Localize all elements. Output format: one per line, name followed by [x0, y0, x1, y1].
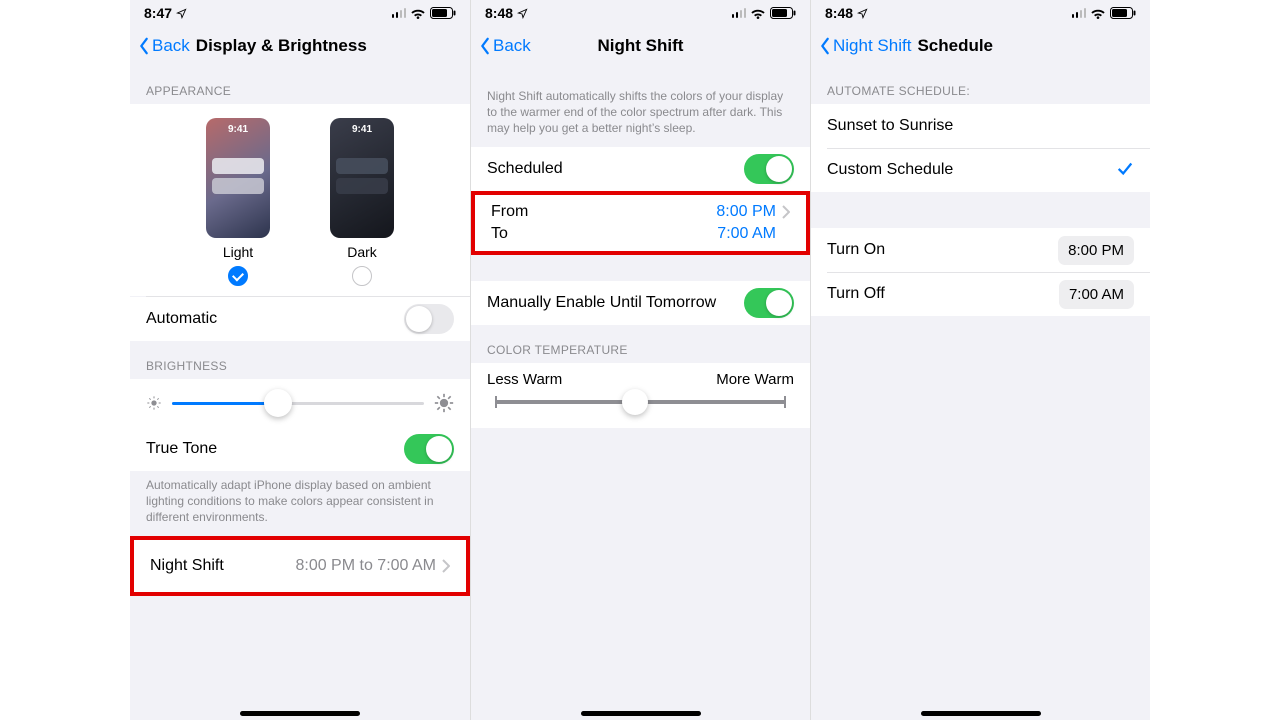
light-preview: 9:41 — [206, 118, 270, 238]
night-shift-label: Night Shift — [150, 557, 224, 575]
night-shift-highlight: Night Shift 8:00 PM to 7:00 AM — [130, 536, 470, 596]
cellular-icon — [732, 8, 747, 18]
turn-off-label: Turn Off — [827, 285, 885, 303]
night-shift-intro: Night Shift automatically shifts the col… — [471, 66, 810, 147]
sun-min-icon — [146, 395, 162, 411]
right-margin — [1150, 0, 1280, 720]
brightness-slider[interactable] — [172, 402, 424, 405]
status-time: 8:47 — [144, 5, 172, 21]
color-temp-header: COLOR TEMPERATURE — [471, 325, 810, 363]
automatic-row: Automatic — [130, 297, 470, 341]
location-icon — [517, 8, 528, 19]
from-label: From — [491, 203, 528, 221]
screen-schedule: 8:48 Night Shift Schedule AUTOMATE SCHED… — [810, 0, 1150, 720]
light-label: Light — [223, 244, 253, 260]
brightness-slider-row — [130, 379, 470, 427]
to-value: 7:00 AM — [717, 225, 776, 243]
to-label: To — [491, 225, 508, 243]
color-temp-slider-row — [471, 396, 810, 428]
manual-enable-switch[interactable] — [744, 288, 794, 318]
custom-schedule-row[interactable]: Custom Schedule — [811, 148, 1150, 192]
nav-bar: Night Shift Schedule — [811, 26, 1150, 66]
turn-on-label: Turn On — [827, 241, 885, 259]
brightness-header: BRIGHTNESS — [130, 341, 470, 379]
chevron-right-icon — [782, 205, 790, 219]
status-bar: 8:47 — [130, 0, 470, 26]
back-label: Back — [493, 36, 531, 56]
sunset-label: Sunset to Sunrise — [827, 117, 953, 135]
night-shift-row[interactable]: Night Shift 8:00 PM to 7:00 AM — [134, 540, 466, 592]
back-button[interactable]: Night Shift — [819, 36, 911, 56]
true-tone-note: Automatically adapt iPhone display based… — [130, 471, 470, 536]
cellular-icon — [1072, 8, 1087, 18]
page-title: Schedule — [917, 36, 993, 56]
page-title: Display & Brightness — [196, 36, 367, 56]
custom-label: Custom Schedule — [827, 161, 953, 179]
home-indicator[interactable] — [240, 711, 360, 716]
from-value: 8:00 PM — [716, 203, 776, 221]
true-tone-label: True Tone — [146, 440, 217, 458]
back-label: Back — [152, 36, 190, 56]
back-label: Night Shift — [833, 36, 911, 56]
sunset-sunrise-row[interactable]: Sunset to Sunrise — [811, 104, 1150, 148]
manual-enable-label: Manually Enable Until Tomorrow — [487, 294, 716, 312]
status-time: 8:48 — [825, 5, 853, 21]
appearance-header: APPEARANCE — [130, 66, 470, 104]
wifi-icon — [750, 7, 766, 19]
automatic-label: Automatic — [146, 310, 217, 328]
automatic-switch[interactable] — [404, 304, 454, 334]
appearance-dark[interactable]: 9:41 Dark — [330, 118, 394, 286]
status-bar: 8:48 — [471, 0, 810, 26]
true-tone-switch[interactable] — [404, 434, 454, 464]
battery-icon — [770, 7, 796, 19]
night-shift-detail: 8:00 PM to 7:00 AM — [295, 557, 436, 575]
dark-label: Dark — [347, 244, 377, 260]
turn-off-row[interactable]: Turn Off 7:00 AM — [811, 272, 1150, 316]
home-indicator[interactable] — [921, 711, 1041, 716]
sun-max-icon — [434, 393, 454, 413]
scheduled-switch[interactable] — [744, 154, 794, 184]
screen-display-brightness: 8:47 Back Display & Brightness APPEARANC… — [130, 0, 470, 720]
less-warm-label: Less Warm — [487, 371, 562, 388]
check-icon — [1116, 159, 1134, 182]
status-time: 8:48 — [485, 5, 513, 21]
status-bar: 8:48 — [811, 0, 1150, 26]
brightness-thumb[interactable] — [264, 389, 292, 417]
battery-icon — [1110, 7, 1136, 19]
appearance-light[interactable]: 9:41 Light — [206, 118, 270, 286]
automate-header: AUTOMATE SCHEDULE: — [811, 66, 1150, 104]
home-indicator[interactable] — [581, 711, 701, 716]
true-tone-row: True Tone — [130, 427, 470, 471]
light-radio[interactable] — [228, 266, 248, 286]
manual-enable-row: Manually Enable Until Tomorrow — [471, 281, 810, 325]
left-margin — [0, 0, 130, 720]
battery-icon — [430, 7, 456, 19]
wifi-icon — [410, 7, 426, 19]
nav-bar: Back Night Shift — [471, 26, 810, 66]
appearance-previews: 9:41 Light 9:41 Dark — [130, 104, 470, 296]
chevron-right-icon — [442, 559, 450, 573]
from-to-highlight: From 8:00 PM To 7:00 AM — [471, 191, 810, 255]
turn-on-row[interactable]: Turn On 8:00 PM — [811, 228, 1150, 272]
dark-preview: 9:41 — [330, 118, 394, 238]
nav-bar: Back Display & Brightness — [130, 26, 470, 66]
location-icon — [176, 8, 187, 19]
location-icon — [857, 8, 868, 19]
color-temp-thumb[interactable] — [622, 389, 648, 415]
screen-night-shift: 8:48 Back Night Shift Night Shift automa… — [470, 0, 810, 720]
back-button[interactable]: Back — [138, 36, 190, 56]
turn-on-value[interactable]: 8:00 PM — [1058, 236, 1134, 265]
color-temp-slider[interactable] — [495, 400, 786, 404]
wifi-icon — [1090, 7, 1106, 19]
turn-off-value[interactable]: 7:00 AM — [1059, 280, 1134, 309]
dark-radio[interactable] — [352, 266, 372, 286]
from-to-row[interactable]: From 8:00 PM To 7:00 AM — [475, 195, 806, 251]
more-warm-label: More Warm — [716, 371, 794, 388]
cellular-icon — [392, 8, 407, 18]
back-button[interactable]: Back — [479, 36, 531, 56]
scheduled-row: Scheduled — [471, 147, 810, 191]
scheduled-label: Scheduled — [487, 160, 563, 178]
